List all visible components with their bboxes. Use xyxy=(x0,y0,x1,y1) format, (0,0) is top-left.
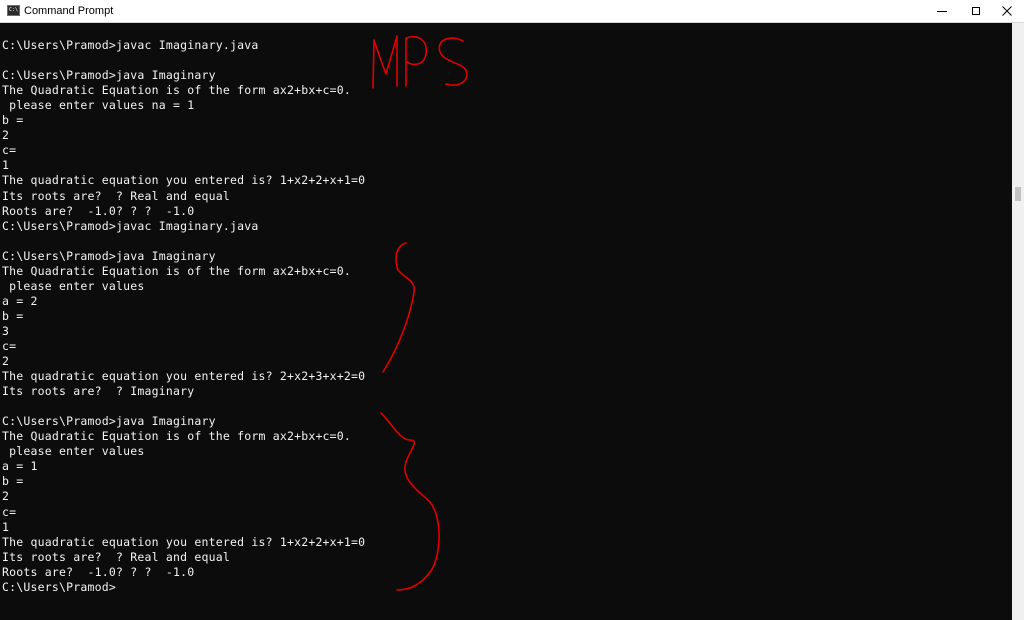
console-line: C:\Users\Pramod>java Imaginary xyxy=(2,248,216,263)
scrollbar-thumb[interactable] xyxy=(1015,187,1021,201)
window-title: Command Prompt xyxy=(24,5,114,17)
console-line: 3 xyxy=(2,323,10,338)
console-line: a = 1 xyxy=(2,459,38,474)
console-line: C:\Users\Pramod>java Imaginary xyxy=(2,414,216,429)
maximize-button[interactable] xyxy=(959,0,993,22)
console-line: 1 xyxy=(2,158,10,173)
close-button[interactable] xyxy=(990,0,1024,22)
cmd-icon: C:\ xyxy=(7,5,20,16)
console-line: Roots are? -1.0? ? ? -1.0 xyxy=(2,564,195,579)
console-line: C:\Users\Pramod> xyxy=(2,579,116,594)
maximize-icon xyxy=(972,7,980,15)
console-line: C:\Users\Pramod>javac Imaginary.java xyxy=(2,38,259,53)
console-line: Its roots are? ? Imaginary xyxy=(2,384,195,399)
console-line: The Quadratic Equation is of the form ax… xyxy=(2,83,352,98)
console-line: c= xyxy=(2,143,17,158)
console-line: The Quadratic Equation is of the form ax… xyxy=(2,263,352,278)
console-line: 2 xyxy=(2,128,10,143)
console-line: c= xyxy=(2,504,17,519)
minimize-icon xyxy=(937,10,947,12)
console-line: The Quadratic Equation is of the form ax… xyxy=(2,429,352,444)
console-line: a = 2 xyxy=(2,293,38,308)
console-line: C:\Users\Pramod>java Imaginary xyxy=(2,68,216,83)
console-line: 1 xyxy=(2,519,10,534)
console-line: b = xyxy=(2,113,24,128)
console-line: please enter values na = 1 xyxy=(2,98,195,113)
console-line: please enter values xyxy=(2,444,145,459)
minimize-button[interactable] xyxy=(925,0,959,22)
console-line: 2 xyxy=(2,489,10,504)
console-line: Its roots are? ? Real and equal xyxy=(2,188,230,203)
console-line: b = xyxy=(2,308,24,323)
console-line: please enter values xyxy=(2,278,145,293)
title-bar[interactable]: C:\ Command Prompt xyxy=(0,0,1024,23)
close-icon xyxy=(1002,6,1012,16)
console-line: The quadratic equation you entered is? 2… xyxy=(2,369,366,384)
console-lines: C:\Users\Pramod>javac Imaginary.java C:\U… xyxy=(2,23,365,595)
command-prompt-window: C:\ Command Prompt C:\Users\Pramod>javac… xyxy=(0,0,1024,620)
console-output-area[interactable]: C:\Users\Pramod>javac Imaginary.java C:\U… xyxy=(0,23,1012,620)
console-line: The quadratic equation you entered is? 1… xyxy=(2,173,366,188)
console-line: C:\Users\Pramod>javac Imaginary.java xyxy=(2,218,259,233)
console-line: Roots are? -1.0? ? ? -1.0 xyxy=(2,203,195,218)
console-line: b = xyxy=(2,474,24,489)
console-line: c= xyxy=(2,338,17,353)
vertical-scrollbar[interactable] xyxy=(1012,23,1024,620)
console-line: The quadratic equation you entered is? 1… xyxy=(2,534,366,549)
console-line: 2 xyxy=(2,354,10,369)
console-line: Its roots are? ? Real and equal xyxy=(2,549,230,564)
